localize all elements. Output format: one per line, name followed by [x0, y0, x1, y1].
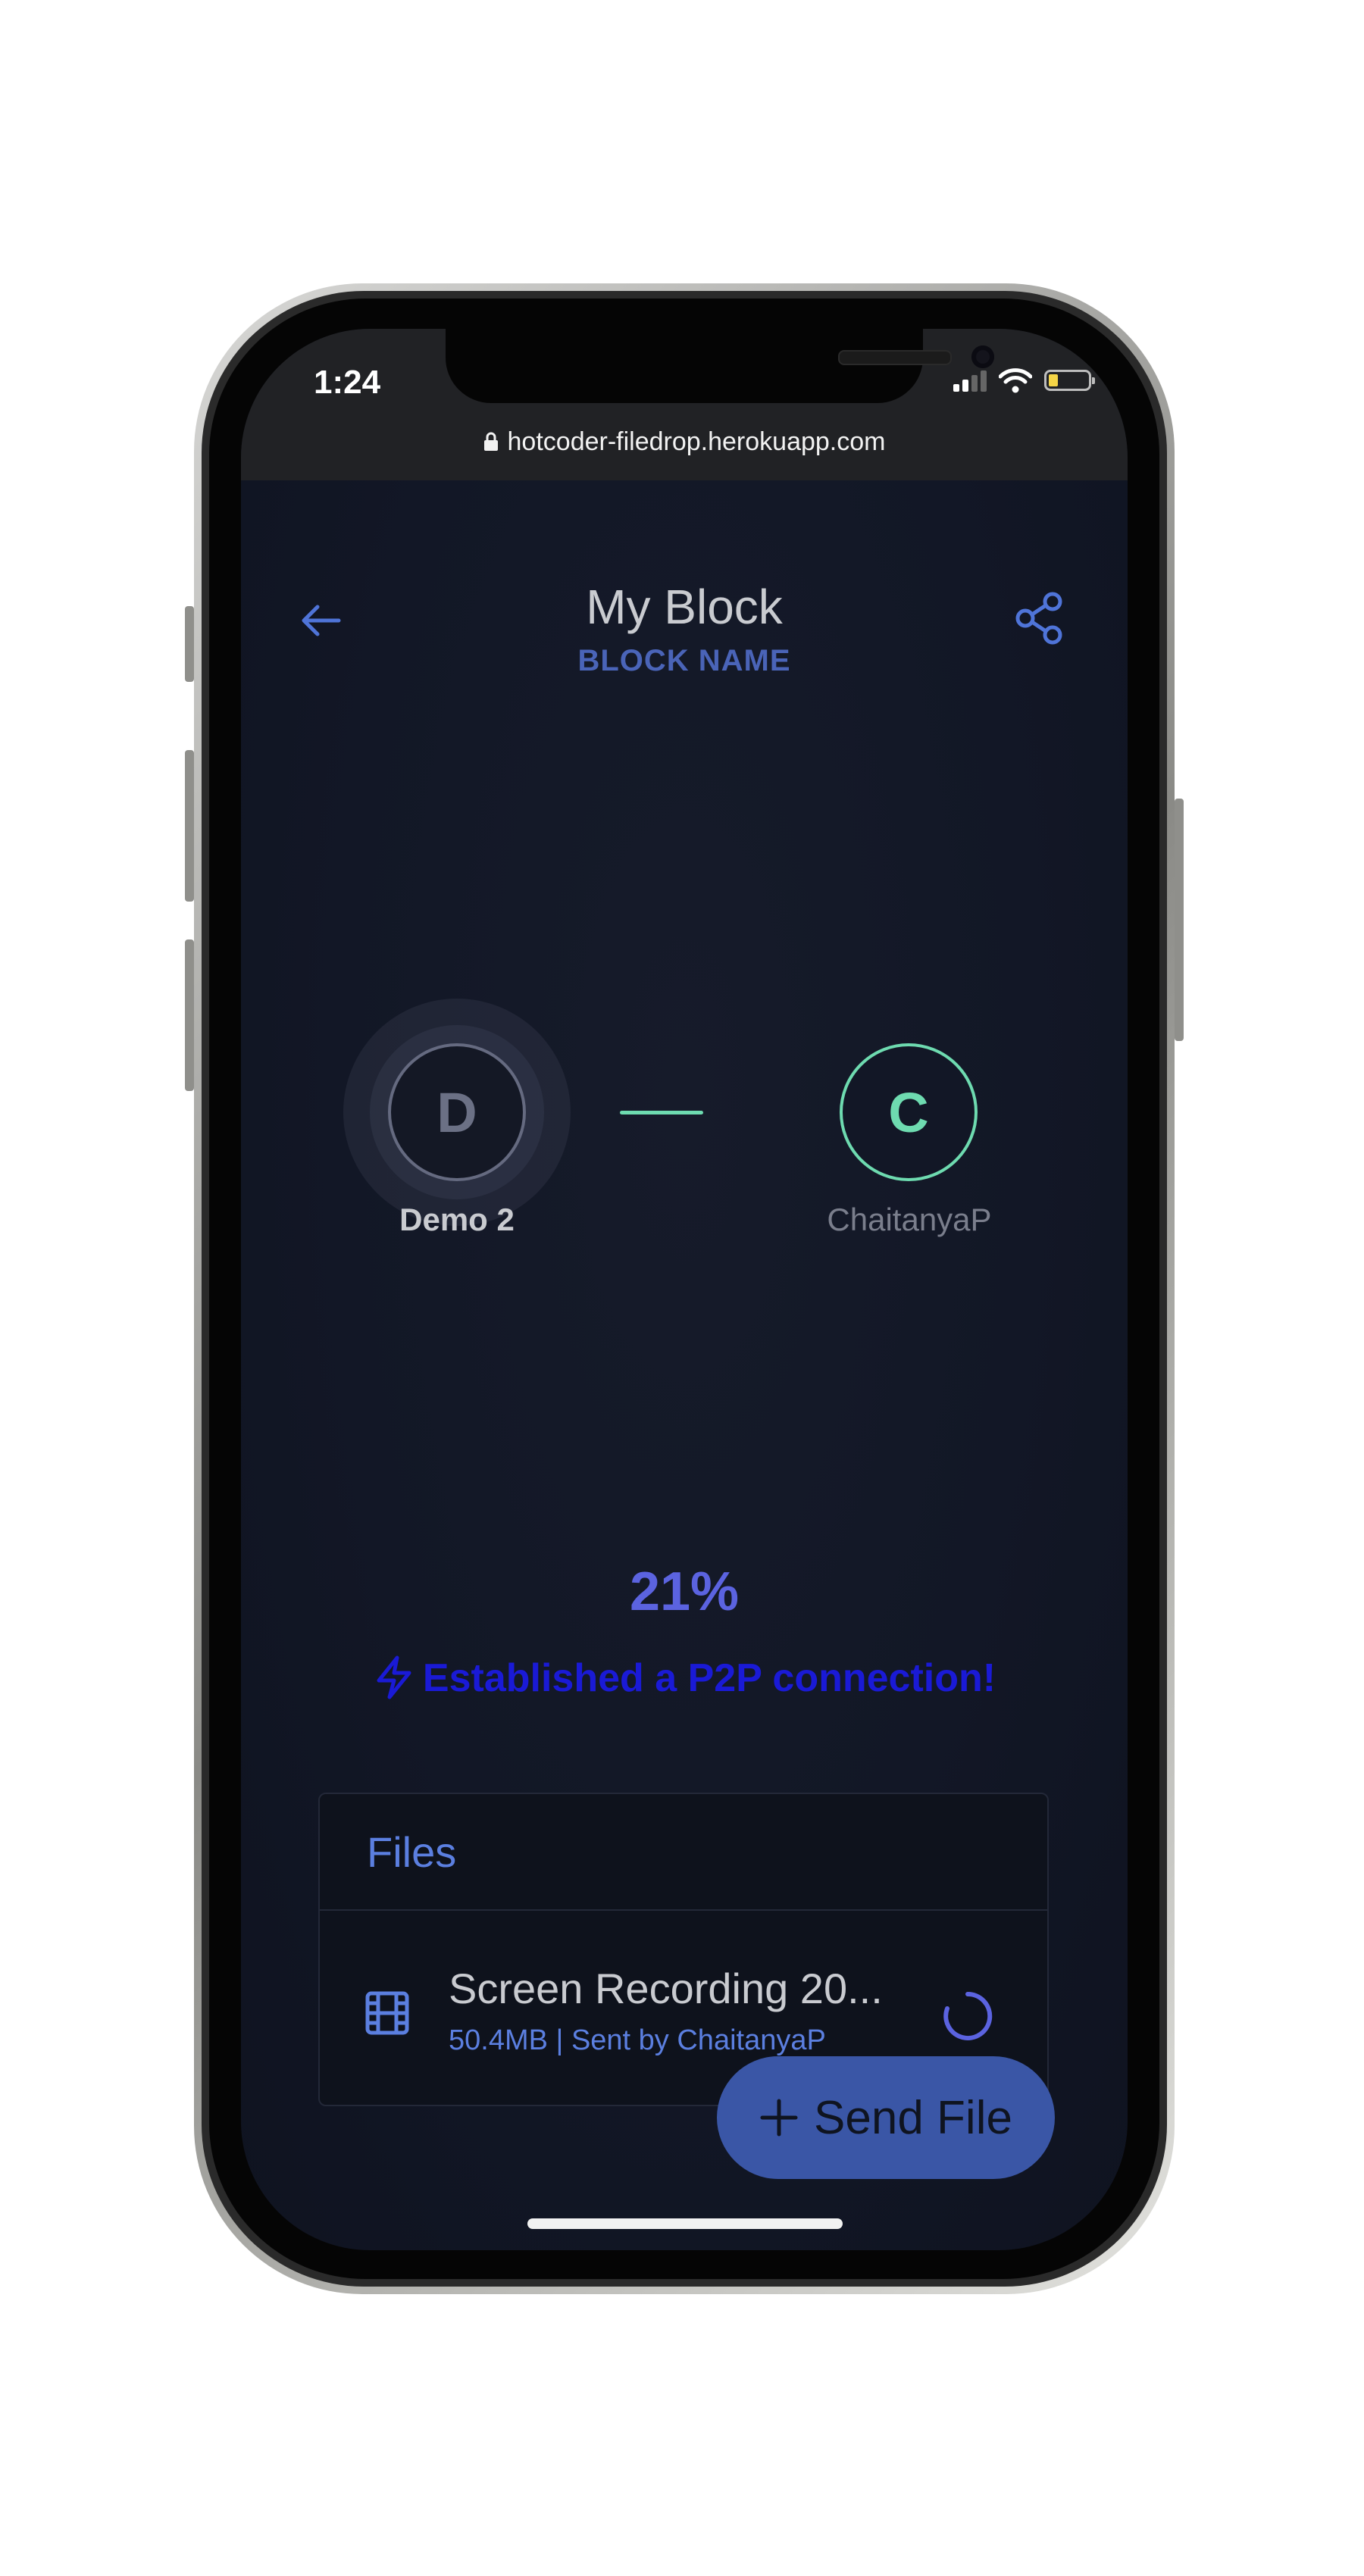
page-header: My Block BLOCK NAME	[241, 556, 1128, 692]
page-title: My Block	[586, 580, 783, 634]
connection-line	[620, 1111, 703, 1114]
peer-avatar-remote[interactable]: C	[840, 1043, 978, 1181]
volume-up-button	[185, 750, 194, 902]
share-icon	[1015, 592, 1062, 645]
notch	[446, 329, 994, 403]
status-time: 1:24	[314, 364, 381, 401]
lock-icon	[483, 432, 498, 451]
file-meta: 50.4MB | Sent by ChaitanyaP	[449, 2024, 826, 2056]
file-name: Screen Recording 20...	[449, 1965, 883, 2012]
speaker	[838, 350, 952, 365]
peer-name-self: Demo 2	[399, 1202, 515, 1237]
peer-avatar-self[interactable]: D	[388, 1043, 526, 1181]
plus-icon	[760, 2099, 798, 2137]
url-text: hotcoder-filedrop.herokuapp.com	[507, 427, 886, 456]
volume-down-button	[185, 939, 194, 1091]
home-indicator[interactable]	[527, 2218, 843, 2229]
cellular-signal-icon	[953, 369, 987, 392]
share-button[interactable]	[1011, 589, 1068, 647]
film-icon	[365, 1991, 409, 2035]
front-camera	[971, 345, 994, 368]
phone-screen: 1:24 hotcoder-filedrop.herokuapp.com My …	[241, 329, 1128, 2250]
status-icons	[953, 364, 1095, 397]
loading-spinner-icon	[943, 1991, 993, 2040]
files-heading: Files	[320, 1794, 1047, 1911]
battery-icon	[1044, 370, 1095, 391]
send-file-button[interactable]: Send File	[717, 2056, 1055, 2179]
send-file-label: Send File	[814, 2091, 1012, 2144]
connection-status: Established a P2P connection!	[241, 1655, 1128, 1701]
power-button	[1175, 799, 1184, 1041]
block-name-label: BLOCK NAME	[577, 644, 791, 677]
address-bar[interactable]: hotcoder-filedrop.herokuapp.com	[241, 427, 1128, 457]
transfer-progress: 21%	[629, 1562, 740, 1622]
peer-name-remote: ChaitanyaP	[827, 1202, 992, 1237]
wifi-icon	[999, 368, 1032, 393]
connection-status-text: Established a P2P connection!	[422, 1656, 996, 1700]
silent-switch	[185, 606, 194, 682]
zap-icon	[377, 1655, 411, 1699]
